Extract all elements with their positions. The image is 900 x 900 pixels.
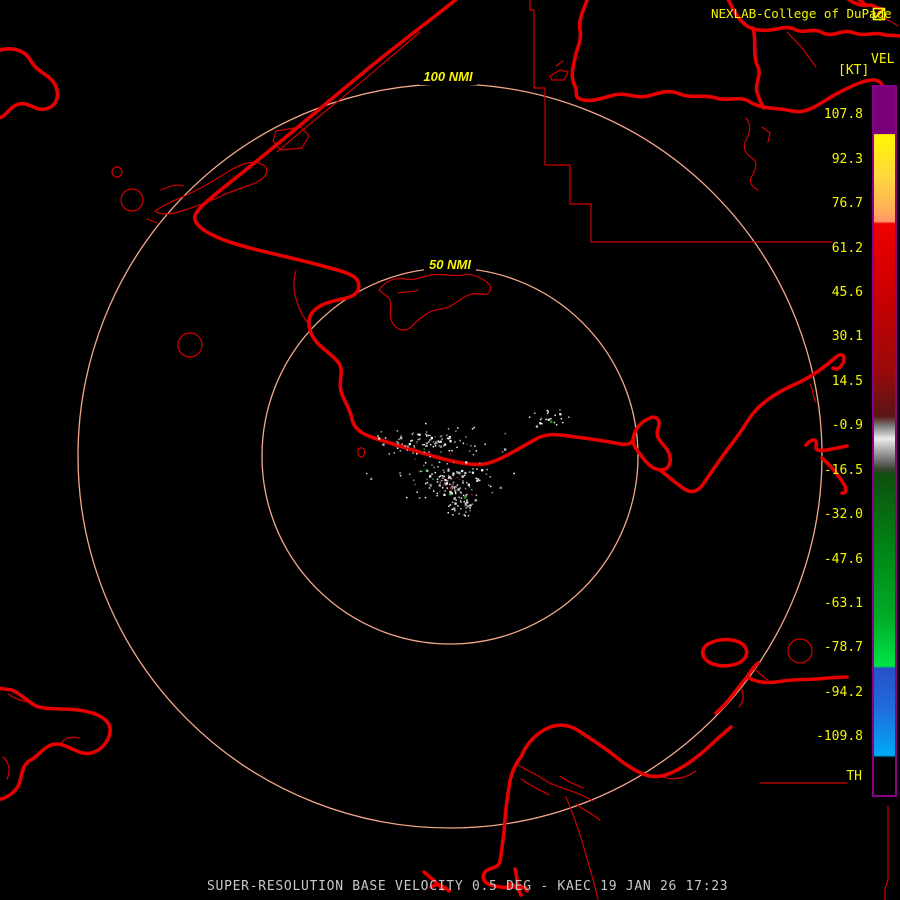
island-bottom-left: [0, 686, 112, 801]
colorbar-tick: 61.2: [831, 240, 863, 256]
radar-map: 100 NMI 50 NMI: [0, 0, 900, 900]
coastline-connector: [751, 26, 766, 110]
colorbar-tick: -32.0: [823, 507, 863, 523]
boundary-bottom-right: [759, 782, 889, 900]
colorbar-tick: -16.5: [823, 462, 863, 478]
colorbar-tick: 92.3: [831, 151, 863, 167]
threshold-label: TH: [846, 769, 862, 784]
tiny-island-center: [357, 447, 366, 458]
islands-west: [146, 161, 268, 224]
map-outlines-thin: [2, 0, 899, 900]
peninsula-loop: [631, 415, 673, 472]
scale-unit-label: [KT]: [838, 63, 870, 78]
colorbar-tick: 107.8: [823, 107, 863, 123]
lagoon-shore-thin: [276, 31, 421, 153]
ring-labels: 100 NMI 50 NMI: [419, 67, 477, 273]
range-ring-100nmi: [77, 83, 823, 829]
colorbar-tick: -78.7: [823, 640, 863, 656]
island-circle-4: [787, 638, 813, 664]
colorbar-tick: -94.2: [823, 684, 863, 700]
scale-name-label: VEL: [871, 52, 895, 67]
colorbar-tick: 30.1: [831, 329, 863, 345]
colorbar-tick: 14.5: [831, 373, 863, 389]
product-title: SUPER-RESOLUTION BASE VELOCITY 0.5 DEG -…: [207, 879, 729, 894]
inner-ring-label: 50 NMI: [429, 257, 471, 272]
island-circle-3: [177, 332, 203, 358]
colorbar-tick: 76.7: [831, 196, 863, 212]
lagoon-inner-detail: [516, 666, 769, 900]
colorbar-tick: -0.9: [831, 418, 863, 434]
cod-logo-icon: [872, 7, 886, 21]
range-ring-50nmi: [261, 267, 639, 645]
islets-north: [549, 60, 569, 81]
radar-display: 100 NMI 50 NMI NEXLAB-College of DuPage …: [0, 0, 900, 900]
colorbar-tick: -63.1: [823, 596, 863, 612]
island-chain-east: [743, 117, 771, 191]
colorbar-tick: -109.8: [816, 729, 863, 745]
header-title: NEXLAB-College of DuPage: [711, 6, 892, 21]
range-rings: [77, 83, 823, 829]
colorbar-tick: -47.6: [823, 551, 863, 567]
lagoon-loop-50nmi: [378, 273, 492, 331]
colorbar-tick: 45.6: [831, 285, 863, 301]
county-boundary-stepped: [529, 0, 833, 243]
velocity-colorbar: [872, 85, 897, 797]
island-circle-2: [120, 188, 144, 212]
island-top-left: [0, 47, 60, 120]
island-circle-1: [111, 166, 123, 178]
lake-blob-east: [700, 637, 749, 668]
coastline-spit: [192, 0, 635, 467]
coast-parallel-thin: [293, 270, 309, 324]
outer-ring-label: 100 NMI: [423, 69, 473, 84]
coastline-east-bay: [658, 353, 846, 494]
map-outlines-thick: [0, 0, 900, 897]
